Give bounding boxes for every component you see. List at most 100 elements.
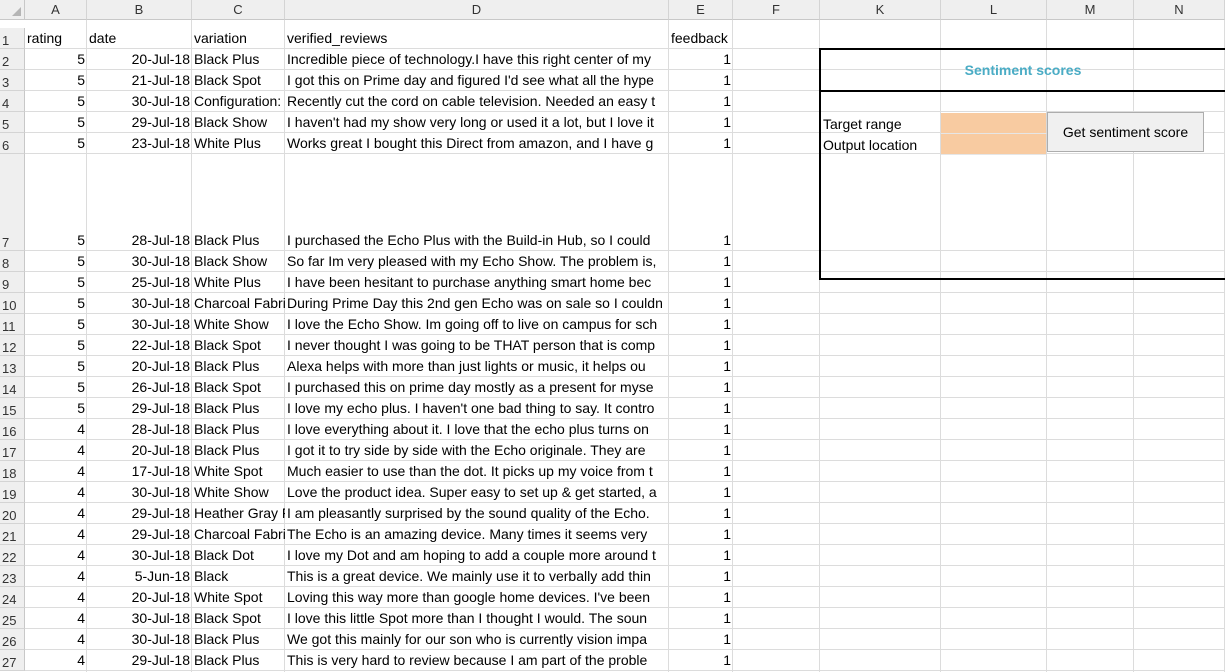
table-cell[interactable]: Love the product idea. Super easy to set… [285,482,669,502]
table-cell[interactable]: 5 [25,293,87,313]
row-header[interactable]: 20 [0,503,25,524]
table-cell[interactable]: 30-Jul-18 [87,629,192,649]
column-header-c[interactable]: C [192,0,285,20]
table-cell[interactable]: 4 [25,461,87,481]
table-cell[interactable]: 4 [25,482,87,502]
row-header[interactable]: 4 [0,91,25,112]
row-header[interactable]: 22 [0,545,25,566]
column-header-f[interactable]: F [733,0,820,20]
table-cell[interactable]: Black Plus [192,440,285,460]
table-cell[interactable]: I got it to try side by side with the Ec… [285,440,669,460]
column-header-n[interactable]: N [1134,0,1225,20]
row-header[interactable]: 21 [0,524,25,545]
table-cell[interactable]: 1 [669,545,733,565]
table-cell[interactable]: 20-Jul-18 [87,49,192,69]
table-cell[interactable]: 1 [669,461,733,481]
table-cell[interactable]: Black Show [192,112,285,132]
table-cell[interactable]: 5 [25,70,87,90]
table-cell[interactable]: 21-Jul-18 [87,70,192,90]
target-range-input[interactable] [941,113,1047,134]
table-cell[interactable]: 1 [669,419,733,439]
table-cell[interactable]: White Plus [192,133,285,153]
row-header[interactable]: 19 [0,482,25,503]
table-cell[interactable]: 4 [25,608,87,628]
table-cell[interactable]: 4 [25,629,87,649]
row-header[interactable]: 3 [0,70,25,91]
table-cell[interactable]: 1 [669,133,733,153]
table-cell[interactable]: 1 [669,112,733,132]
table-cell[interactable]: 20-Jul-18 [87,587,192,607]
table-cell[interactable]: 1 [669,482,733,502]
row-header[interactable]: 12 [0,335,25,356]
table-cell[interactable]: 1 [669,70,733,90]
table-cell[interactable]: 1 [669,587,733,607]
column-header-m[interactable]: M [1047,0,1134,20]
column-header-b[interactable]: B [87,0,192,20]
table-cell[interactable]: 4 [25,545,87,565]
table-cell[interactable]: 1 [669,629,733,649]
header-cell[interactable]: rating [25,28,87,48]
table-cell[interactable]: Black Plus [192,629,285,649]
row-header[interactable]: 25 [0,608,25,629]
table-cell[interactable]: During Prime Day this 2nd gen Echo was o… [285,293,669,313]
table-cell[interactable]: 1 [669,398,733,418]
table-cell[interactable]: 28-Jul-18 [87,419,192,439]
table-cell[interactable]: 30-Jul-18 [87,314,192,334]
table-cell[interactable]: Black Plus [192,398,285,418]
table-cell[interactable]: 5 [25,314,87,334]
table-cell[interactable]: Black Plus [192,356,285,376]
table-cell[interactable]: White Show [192,314,285,334]
table-cell[interactable]: I love my echo plus. I haven't one bad t… [285,398,669,418]
row-header[interactable]: 24 [0,587,25,608]
row-header[interactable]: 23 [0,566,25,587]
table-cell[interactable]: 4 [25,566,87,586]
table-cell[interactable]: 25-Jul-18 [87,272,192,292]
column-header-k[interactable]: K [820,0,941,20]
table-cell[interactable]: Black Spot [192,335,285,355]
table-cell[interactable]: I purchased the Echo Plus with the Build… [285,154,669,250]
table-cell[interactable]: Black Show [192,251,285,271]
table-cell[interactable]: Configuration: Fire TV Stick [192,91,285,111]
table-cell[interactable]: 5 [25,133,87,153]
table-cell[interactable]: 29-Jul-18 [87,112,192,132]
table-cell[interactable]: 1 [669,650,733,670]
table-cell[interactable]: Black Plus [192,49,285,69]
table-cell[interactable]: 5 [25,272,87,292]
table-cell[interactable]: 20-Jul-18 [87,356,192,376]
table-cell[interactable]: I love this little Spot more than I thou… [285,608,669,628]
row-header[interactable]: 5 [0,112,25,133]
table-cell[interactable]: 4 [25,524,87,544]
table-cell[interactable]: Heather Gray Fabric [192,503,285,523]
table-cell[interactable]: Incredible piece of technology.I have th… [285,49,669,69]
table-cell[interactable]: 5 [25,112,87,132]
table-cell[interactable]: Loving this way more than google home de… [285,587,669,607]
column-header-d[interactable]: D [285,0,669,20]
header-cell[interactable]: verified_reviews [285,28,669,48]
table-cell[interactable]: White Spot [192,587,285,607]
table-cell[interactable]: 1 [669,335,733,355]
table-cell[interactable]: This is a great device. We mainly use it… [285,566,669,586]
row-header[interactable]: 13 [0,356,25,377]
table-cell[interactable]: Alexa helps with more than just lights o… [285,356,669,376]
row-header[interactable]: 14 [0,377,25,398]
output-location-input[interactable] [941,134,1047,155]
table-cell[interactable]: Works great I bought this Direct from am… [285,133,669,153]
row-header[interactable]: 8 [0,251,25,272]
row-header[interactable]: 26 [0,629,25,650]
row-header[interactable]: 6 [0,133,25,154]
table-cell[interactable]: 5 [25,335,87,355]
table-cell[interactable]: Charcoal Fabric [192,524,285,544]
select-all-corner[interactable] [0,0,25,20]
table-cell[interactable]: 5 [25,356,87,376]
table-cell[interactable]: Much easier to use than the dot. It pick… [285,461,669,481]
table-cell[interactable]: 4 [25,650,87,670]
table-cell[interactable]: White Show [192,482,285,502]
row-header[interactable]: 16 [0,419,25,440]
table-cell[interactable]: Black Plus [192,154,285,250]
column-header-e[interactable]: E [669,0,733,20]
column-header-a[interactable]: A [25,0,87,20]
table-cell[interactable]: I purchased this on prime day mostly as … [285,377,669,397]
table-cell[interactable]: 30-Jul-18 [87,251,192,271]
column-header-l[interactable]: L [941,0,1047,20]
table-cell[interactable]: I love everything about it. I love that … [285,419,669,439]
